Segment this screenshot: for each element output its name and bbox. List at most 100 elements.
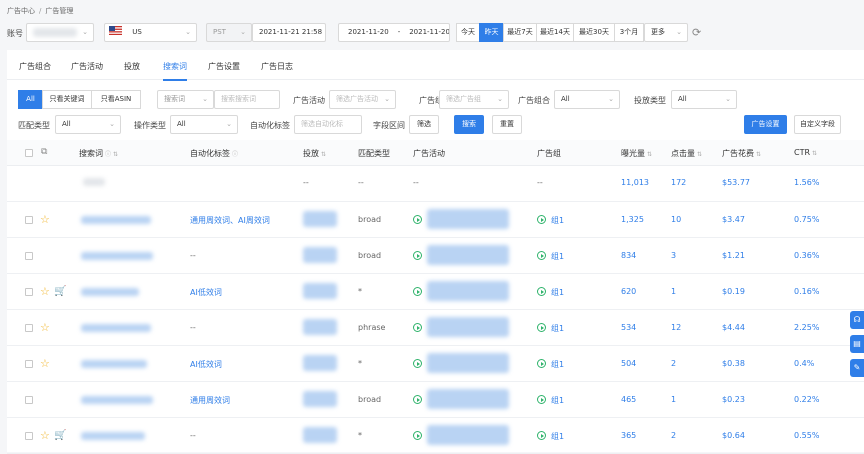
table-row: ☆ -- phrase 组1 534 12 $4.44 2.25%	[7, 310, 864, 346]
star-icon[interactable]: ☆	[40, 322, 50, 333]
ad-group-link[interactable]: 组1	[551, 395, 564, 406]
account-select[interactable]: ⌄	[26, 23, 94, 42]
target-type-select[interactable]: All ⌄	[671, 90, 737, 109]
star-icon[interactable]: ☆	[40, 430, 50, 441]
tab-portfolio[interactable]: 广告组合	[19, 61, 51, 72]
auto-tag-value: 通用周效词、AI周效词	[190, 216, 270, 225]
status-active-icon	[537, 287, 546, 296]
col-spend[interactable]: 广告花费 ⇅	[722, 148, 761, 159]
table-row: ☆ 🛒 AI低效词 * 组1 620 1 $0.19 0.16%	[7, 274, 864, 310]
us-flag-icon	[109, 26, 122, 35]
campaign-filter-select[interactable]: 筛选广告活动 ⌄	[329, 90, 396, 109]
tab-campaign[interactable]: 广告活动	[71, 61, 103, 72]
more-ranges-select[interactable]: 更多 ⌄	[644, 23, 688, 42]
refresh-icon[interactable]: ⟳	[692, 26, 701, 39]
portfolio-filter-label: 广告组合	[518, 96, 550, 105]
cart-icon: 🛒	[54, 286, 67, 297]
filter-all-button[interactable]: All	[18, 90, 43, 109]
search-type-select[interactable]: 搜索词 ⌄	[157, 90, 214, 109]
ad-settings-button[interactable]: 广告设置	[744, 115, 787, 134]
spend-value: $0.64	[722, 431, 745, 440]
ad-group-link[interactable]: 组1	[551, 323, 564, 334]
filter-button[interactable]: 筛选	[409, 115, 439, 134]
sort-icon: ⇅	[321, 151, 327, 158]
filter-asin-only-button[interactable]: 只看ASIN	[91, 90, 141, 109]
range-yesterday-button[interactable]: 昨天	[479, 23, 504, 42]
tab-ad-settings[interactable]: 广告设置	[208, 61, 240, 72]
match-type-value: broad	[358, 395, 382, 404]
breadcrumb-root[interactable]: 广告中心	[7, 7, 35, 15]
auto-tag-value: --	[190, 323, 196, 332]
clicks-value: 1	[671, 287, 677, 296]
col-targeting[interactable]: 投放 ⇅	[303, 148, 326, 159]
sort-icon: ⇅	[647, 151, 653, 158]
row-checkbox[interactable]	[25, 324, 33, 332]
star-icon[interactable]: ☆	[40, 358, 50, 369]
col-impressions[interactable]: 曝光量 ⇅	[621, 148, 652, 159]
col-targeting-label: 投放	[303, 149, 319, 158]
row-checkbox[interactable]	[25, 216, 33, 224]
row-checkbox[interactable]	[25, 252, 33, 260]
row-checkbox[interactable]	[25, 396, 33, 404]
chevron-down-icon: ⌄	[384, 95, 390, 103]
group-filter-select[interactable]: 筛选广告组 ⌄	[439, 90, 509, 109]
column-settings-icon[interactable]: ⧉	[41, 147, 47, 157]
portfolio-filter-select[interactable]: All ⌄	[554, 90, 620, 109]
range-3m-button[interactable]: 3个月	[614, 23, 644, 42]
ad-group-link[interactable]: 组1	[551, 251, 564, 262]
row-checkbox[interactable]	[25, 432, 33, 440]
col-search-term[interactable]: 搜索词 ⓘ ⇅	[79, 148, 118, 159]
col-ctr[interactable]: CTR ⇅	[794, 148, 817, 157]
range-14d-button[interactable]: 最近14天	[536, 23, 574, 42]
match-type-select[interactable]: All ⌄	[55, 115, 121, 134]
star-icon[interactable]: ☆	[40, 286, 50, 297]
tab-search-terms[interactable]: 搜索词	[163, 61, 187, 81]
headset-icon[interactable]: ☊	[850, 311, 864, 329]
auto-tag-select[interactable]: 筛选自动化标	[294, 115, 362, 134]
timezone-select[interactable]: PST ⌄	[206, 23, 252, 42]
campaign-filter-label: 广告活动	[293, 96, 325, 105]
search-term-input[interactable]: 搜索搜索词	[214, 90, 280, 109]
reset-button[interactable]: 重置	[492, 115, 522, 134]
custom-fields-button[interactable]: 自定义字段	[794, 115, 841, 134]
sort-icon: ⇅	[697, 151, 703, 158]
chevron-down-icon: ⌄	[185, 28, 191, 36]
status-active-icon	[413, 359, 422, 368]
col-clicks[interactable]: 点击量 ⇅	[671, 148, 702, 159]
col-clicks-label: 点击量	[671, 149, 695, 158]
datetime-value: 2021-11-21 21:58	[259, 28, 323, 36]
range-today-button[interactable]: 今天	[456, 23, 480, 42]
range-30d-button[interactable]: 最近30天	[573, 23, 615, 42]
table-row: 通用周效词 broad 组1 465 1 $0.23 0.22%	[7, 382, 864, 418]
impressions-value: 365	[621, 431, 637, 440]
date-range-picker[interactable]: 2021-11-20-2021-11-20	[338, 23, 450, 42]
star-icon[interactable]: ☆	[40, 214, 50, 225]
chevron-down-icon: ⌄	[109, 120, 115, 128]
impressions-value: 465	[621, 395, 637, 404]
spend-value: $4.44	[722, 323, 745, 332]
tab-targeting[interactable]: 投放	[124, 61, 140, 72]
clipboard-icon[interactable]: ✎	[850, 359, 864, 377]
range-7d-button[interactable]: 最近7天	[503, 23, 537, 42]
table-row: ☆ AI低效词 * 组1 504 2 $0.38 0.4%	[7, 346, 864, 382]
col-spend-label: 广告花费	[722, 149, 754, 158]
ad-group-link[interactable]: 组1	[551, 287, 564, 298]
row-checkbox[interactable]	[25, 360, 33, 368]
filter-keyword-only-button[interactable]: 只看关键词	[42, 90, 92, 109]
main-card: 广告组合 广告活动 投放 搜索词 广告设置 广告日志 All 只看关键词 只看A…	[7, 50, 864, 454]
clicks-value: 10	[671, 215, 682, 224]
ad-group-link[interactable]: 组1	[551, 215, 564, 226]
tab-ad-log[interactable]: 广告日志	[261, 61, 293, 72]
search-button[interactable]: 搜索	[454, 115, 484, 134]
ad-group-link[interactable]: 组1	[551, 359, 564, 370]
auto-tag-value: --	[190, 431, 196, 440]
row-checkbox[interactable]	[25, 288, 33, 296]
op-type-select[interactable]: All ⌄	[170, 115, 238, 134]
market-select[interactable]: US ⌄	[104, 23, 197, 42]
range-end: 2021-11-20	[409, 28, 450, 36]
document-icon[interactable]: ▤	[850, 335, 864, 353]
ad-group-link[interactable]: 组1	[551, 431, 564, 442]
summary-ctr: 1.56%	[794, 178, 820, 187]
range-start: 2021-11-20	[348, 28, 389, 36]
select-all-checkbox[interactable]	[25, 149, 33, 157]
